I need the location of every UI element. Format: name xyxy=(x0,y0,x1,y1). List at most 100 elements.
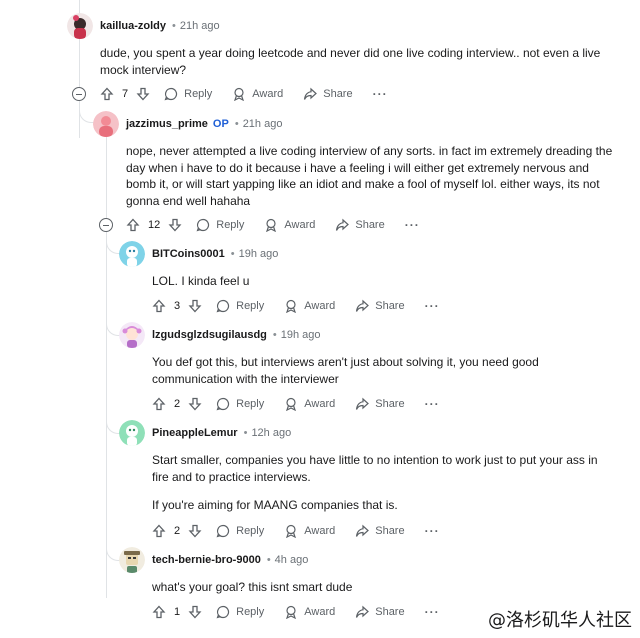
collapse-button[interactable] xyxy=(99,218,113,232)
award-button[interactable]: Award xyxy=(264,218,315,232)
share-button[interactable]: Share xyxy=(355,397,405,411)
vote-score: 2 xyxy=(174,525,181,537)
upvote-icon[interactable] xyxy=(152,524,166,538)
timestamp[interactable]: 21h ago xyxy=(180,20,220,32)
reply-icon xyxy=(216,605,230,619)
avatar[interactable] xyxy=(67,13,93,39)
downvote-icon[interactable] xyxy=(188,524,202,538)
comment-actions: 7 Reply Award Share ··· xyxy=(100,87,388,101)
share-label: Share xyxy=(323,88,353,100)
share-button[interactable]: Share xyxy=(355,299,405,313)
vote-score: 12 xyxy=(148,219,161,231)
avatar[interactable] xyxy=(119,547,145,573)
thread-line xyxy=(106,136,107,598)
share-button[interactable]: Share xyxy=(303,87,353,101)
reply-icon xyxy=(216,299,230,313)
op-badge: OP xyxy=(212,118,229,130)
avatar[interactable] xyxy=(119,322,145,348)
reply-button[interactable]: Reply xyxy=(164,87,212,101)
reply-label: Reply xyxy=(236,606,265,618)
award-button[interactable]: Award xyxy=(284,524,335,538)
reply-button[interactable]: Reply xyxy=(196,218,244,232)
award-label: Award xyxy=(252,88,284,100)
award-icon xyxy=(286,299,297,313)
award-button[interactable]: Award xyxy=(284,397,335,411)
upvote-icon[interactable] xyxy=(126,218,140,232)
share-button[interactable]: Share xyxy=(355,524,405,538)
comment-body: LOL. I kinda feel u xyxy=(152,273,612,290)
vote-group: 12 xyxy=(126,218,182,232)
award-button[interactable]: Award xyxy=(284,299,335,313)
author-name[interactable]: lzgudsglzdsugilausdg xyxy=(152,329,267,341)
comment-text: nope, never attempted a live coding inte… xyxy=(126,144,613,208)
vote-score: 7 xyxy=(122,88,129,100)
more-options-button[interactable]: ··· xyxy=(425,605,440,619)
upvote-icon[interactable] xyxy=(152,299,166,313)
award-label: Award xyxy=(284,219,316,231)
share-button[interactable]: Share xyxy=(335,218,385,232)
reply-button[interactable]: Reply xyxy=(216,605,264,619)
reply-button[interactable]: Reply xyxy=(216,397,264,411)
share-label: Share xyxy=(375,525,405,537)
more-options-button[interactable]: ··· xyxy=(425,299,440,313)
author-name[interactable]: kaillua-zoldy xyxy=(100,20,166,32)
award-icon xyxy=(266,218,277,232)
reply-button[interactable]: Reply xyxy=(216,524,264,538)
previous-comment-actions xyxy=(52,0,312,4)
vote-score: 2 xyxy=(174,398,181,410)
comment-text: what's your goal? this isnt smart dude xyxy=(152,580,353,594)
watermark: @洛杉矶华人社区 xyxy=(488,610,632,631)
comment-body: dude, you spent a year doing leetcode an… xyxy=(100,45,610,78)
timestamp[interactable]: 19h ago xyxy=(281,329,321,341)
downvote-icon[interactable] xyxy=(188,605,202,619)
downvote-icon[interactable] xyxy=(168,218,182,232)
author-name[interactable]: jazzimus_prime xyxy=(126,118,208,130)
collapse-button[interactable] xyxy=(72,87,86,101)
award-icon xyxy=(286,524,297,538)
award-icon xyxy=(234,87,245,101)
downvote-icon[interactable] xyxy=(188,397,202,411)
timestamp[interactable]: 19h ago xyxy=(239,248,279,260)
timestamp[interactable]: 4h ago xyxy=(275,554,309,566)
upvote-icon[interactable] xyxy=(100,87,114,101)
reply-icon xyxy=(216,397,230,411)
award-icon xyxy=(286,605,297,619)
share-icon xyxy=(336,218,350,231)
more-options-button[interactable]: ··· xyxy=(373,87,388,101)
downvote-icon[interactable] xyxy=(188,299,202,313)
award-button[interactable]: Award xyxy=(284,605,335,619)
timestamp[interactable]: 12h ago xyxy=(251,427,291,439)
award-label: Award xyxy=(304,300,336,312)
reply-button[interactable]: Reply xyxy=(216,299,264,313)
comment-body: what's your goal? this isnt smart dude xyxy=(152,579,612,596)
vote-group: 1 xyxy=(152,605,202,619)
avatar[interactable] xyxy=(93,111,119,137)
avatar[interactable] xyxy=(119,241,145,267)
downvote-icon[interactable] xyxy=(136,87,150,101)
award-label: Award xyxy=(304,606,336,618)
reply-label: Reply xyxy=(236,525,265,537)
award-button[interactable]: Award xyxy=(232,87,283,101)
comment-actions: 2 Reply Award Share ··· xyxy=(152,524,440,538)
author-name[interactable]: PineappleLemur xyxy=(152,427,238,439)
avatar[interactable] xyxy=(119,420,145,446)
upvote-icon[interactable] xyxy=(152,605,166,619)
upvote-icon[interactable] xyxy=(152,397,166,411)
share-label: Share xyxy=(375,606,405,618)
author-name[interactable]: BITCoins0001 xyxy=(152,248,225,260)
vote-group: 3 xyxy=(152,299,202,313)
more-options-button[interactable]: ··· xyxy=(405,218,420,232)
more-options-button[interactable]: ··· xyxy=(425,397,440,411)
share-icon xyxy=(356,605,370,618)
separator-dot: • xyxy=(272,329,277,341)
timestamp[interactable]: 21h ago xyxy=(243,118,283,130)
share-button[interactable]: Share xyxy=(355,605,405,619)
reply-label: Reply xyxy=(236,300,265,312)
separator-dot: • xyxy=(243,427,248,439)
share-label: Share xyxy=(355,219,385,231)
author-name[interactable]: tech-bernie-bro-9000 xyxy=(152,554,261,566)
reply-icon xyxy=(216,524,230,538)
separator-dot: • xyxy=(266,554,271,566)
comment-body: nope, never attempted a live coding inte… xyxy=(126,143,616,209)
more-options-button[interactable]: ··· xyxy=(425,524,440,538)
